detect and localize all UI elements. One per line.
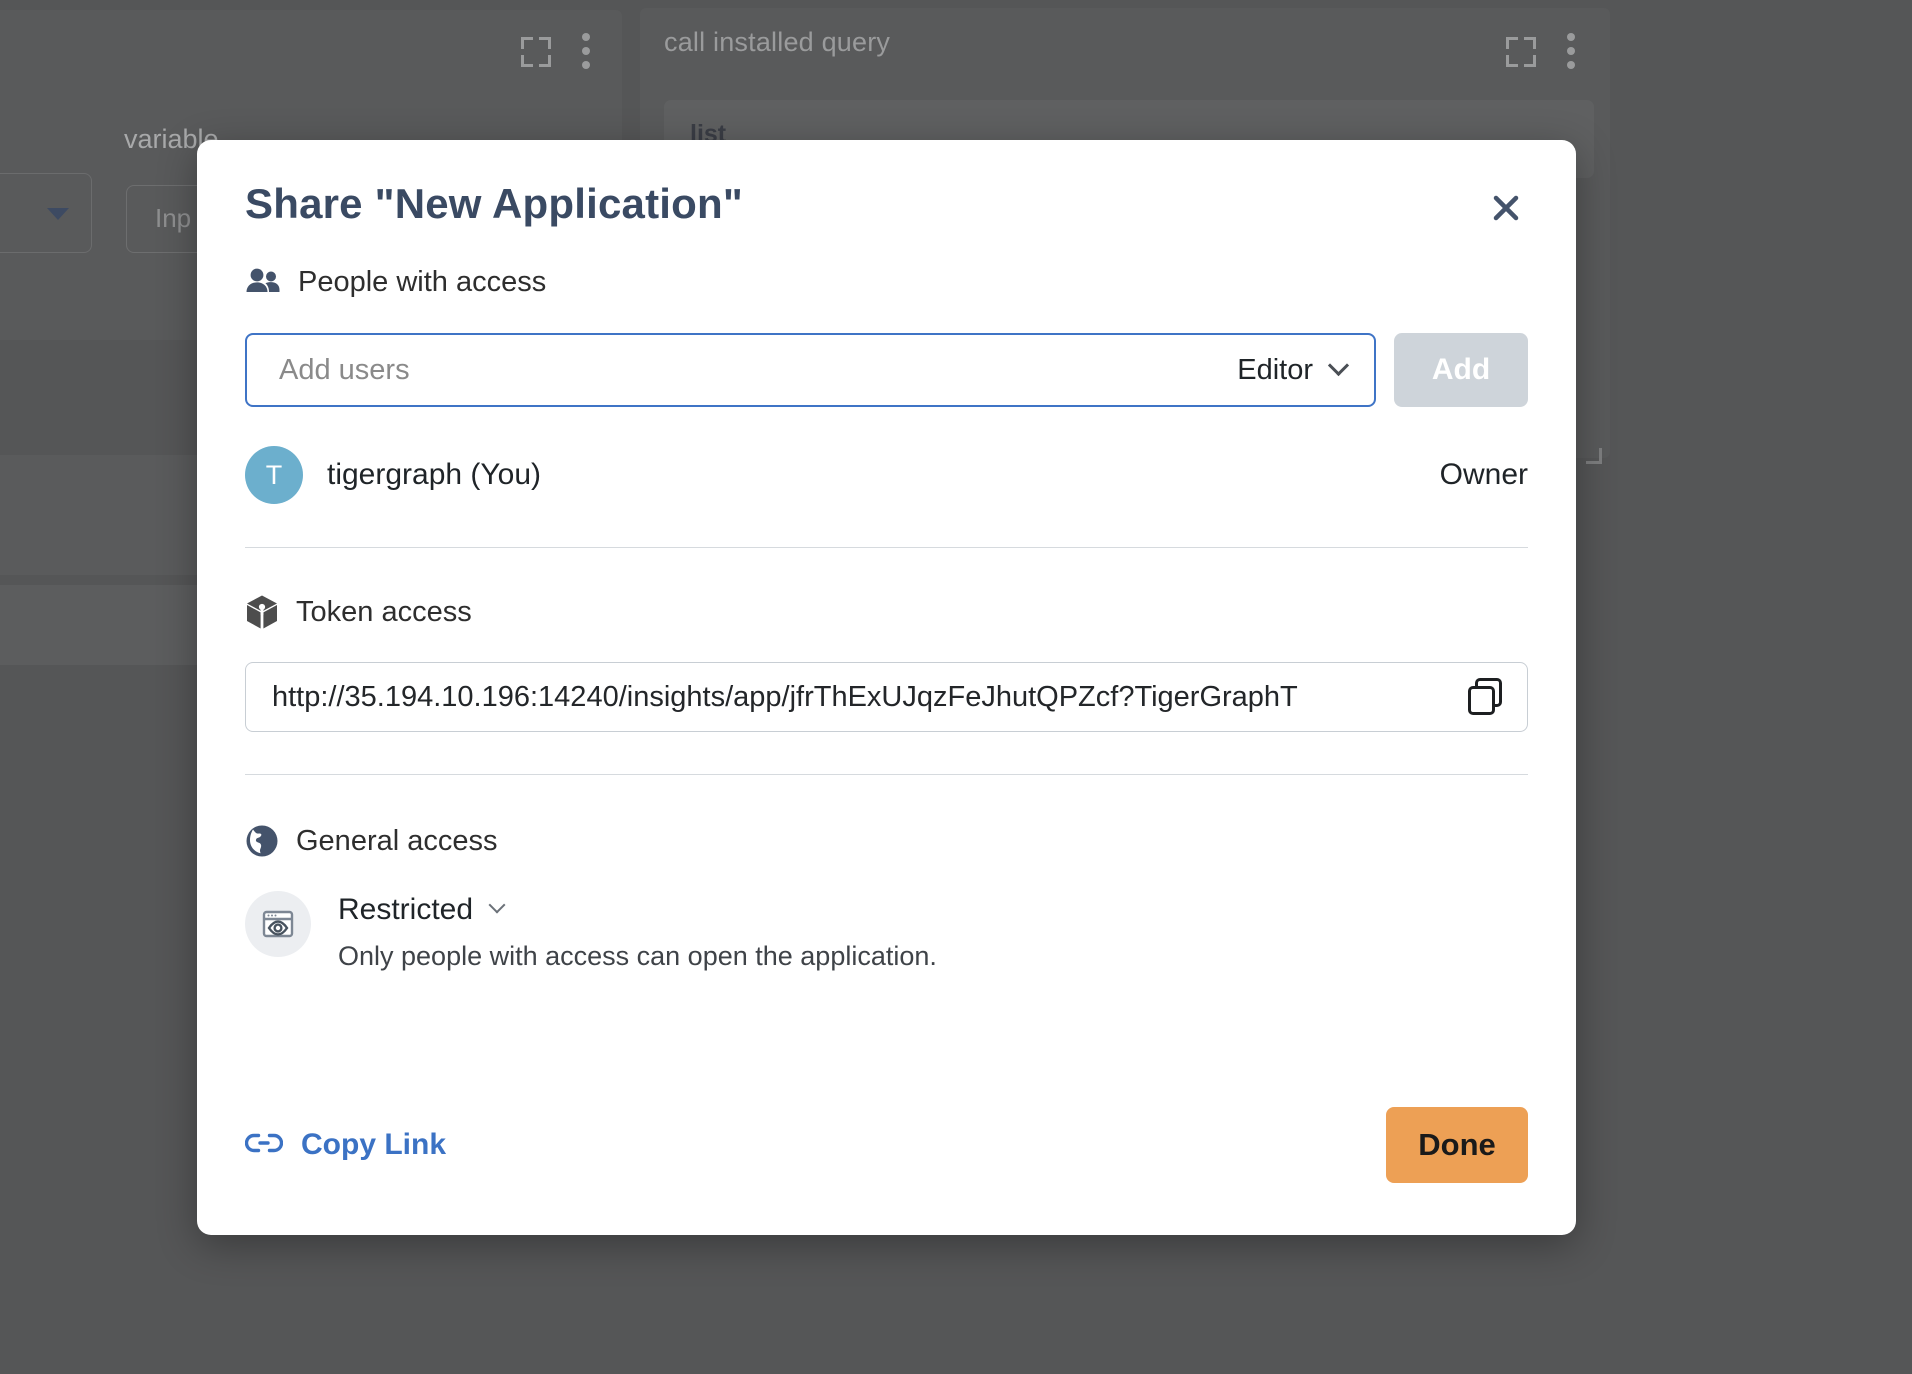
restricted-icon xyxy=(245,891,311,957)
people-with-access-label: People with access xyxy=(298,266,546,299)
more-options-icon-right[interactable] xyxy=(1567,33,1575,69)
general-access-section: General access Restricted xyxy=(245,817,1528,972)
chevron-down-icon xyxy=(47,208,69,220)
token-url-field[interactable]: http://35.194.10.196:14240/insights/app/… xyxy=(245,662,1528,732)
member-name: tigergraph (You) xyxy=(327,458,1440,492)
avatar: T xyxy=(245,446,303,504)
token-access-section: Token access http://35.194.10.196:14240/… xyxy=(245,588,1528,732)
people-with-access-section-header: People with access xyxy=(245,258,1528,306)
general-access-description: Only people with access can open the app… xyxy=(338,941,937,972)
role-dropdown-value: Editor xyxy=(1237,354,1313,387)
role-dropdown[interactable]: Editor xyxy=(1237,354,1352,387)
more-options-icon[interactable] xyxy=(582,33,590,69)
cube-icon xyxy=(245,594,279,630)
dialog-title: Share "New Application" xyxy=(245,180,743,228)
add-user-button[interactable]: Add xyxy=(1394,333,1528,407)
token-access-label: Token access xyxy=(296,596,472,629)
copy-link-label: Copy Link xyxy=(301,1128,446,1162)
chevron-down-icon xyxy=(489,897,506,914)
general-access-section-header: General access xyxy=(245,817,1528,865)
background-resize-handle[interactable] xyxy=(1586,448,1602,464)
fullscreen-icon[interactable] xyxy=(521,37,551,67)
share-dialog: Share "New Application" People with acce… xyxy=(197,140,1576,1235)
general-access-row: Restricted Only people with access can o… xyxy=(245,891,1528,972)
fullscreen-icon-right[interactable] xyxy=(1506,37,1536,67)
token-url-value: http://35.194.10.196:14240/insights/app/… xyxy=(272,681,1463,714)
token-access-section-header: Token access xyxy=(245,588,1528,636)
add-users-field[interactable]: Add users Editor xyxy=(245,333,1376,407)
add-users-row: Add users Editor Add xyxy=(245,333,1528,407)
globe-icon xyxy=(245,824,279,858)
general-access-mode-value: Restricted xyxy=(338,893,473,927)
close-icon[interactable] xyxy=(1486,188,1526,228)
general-access-label: General access xyxy=(296,825,498,858)
add-users-placeholder: Add users xyxy=(279,354,1237,387)
copy-icon[interactable] xyxy=(1463,675,1507,719)
divider-people xyxy=(245,547,1528,548)
dialog-header: Share "New Application" xyxy=(245,140,1528,258)
background-query-panel-title: call installed query xyxy=(664,27,890,58)
member-role: Owner xyxy=(1440,458,1528,492)
chevron-down-icon xyxy=(1328,354,1349,375)
background-dropdown[interactable] xyxy=(0,173,92,253)
link-icon xyxy=(245,1132,283,1159)
done-button[interactable]: Done xyxy=(1386,1107,1528,1183)
background-input-placeholder: Inp xyxy=(155,203,191,234)
people-icon xyxy=(245,267,281,297)
divider-token xyxy=(245,774,1528,775)
dialog-footer: Copy Link Done xyxy=(245,1107,1528,1183)
general-access-mode-dropdown[interactable]: Restricted xyxy=(338,893,937,927)
member-row: T tigergraph (You) Owner xyxy=(245,445,1528,505)
copy-link-button[interactable]: Copy Link xyxy=(245,1128,446,1162)
